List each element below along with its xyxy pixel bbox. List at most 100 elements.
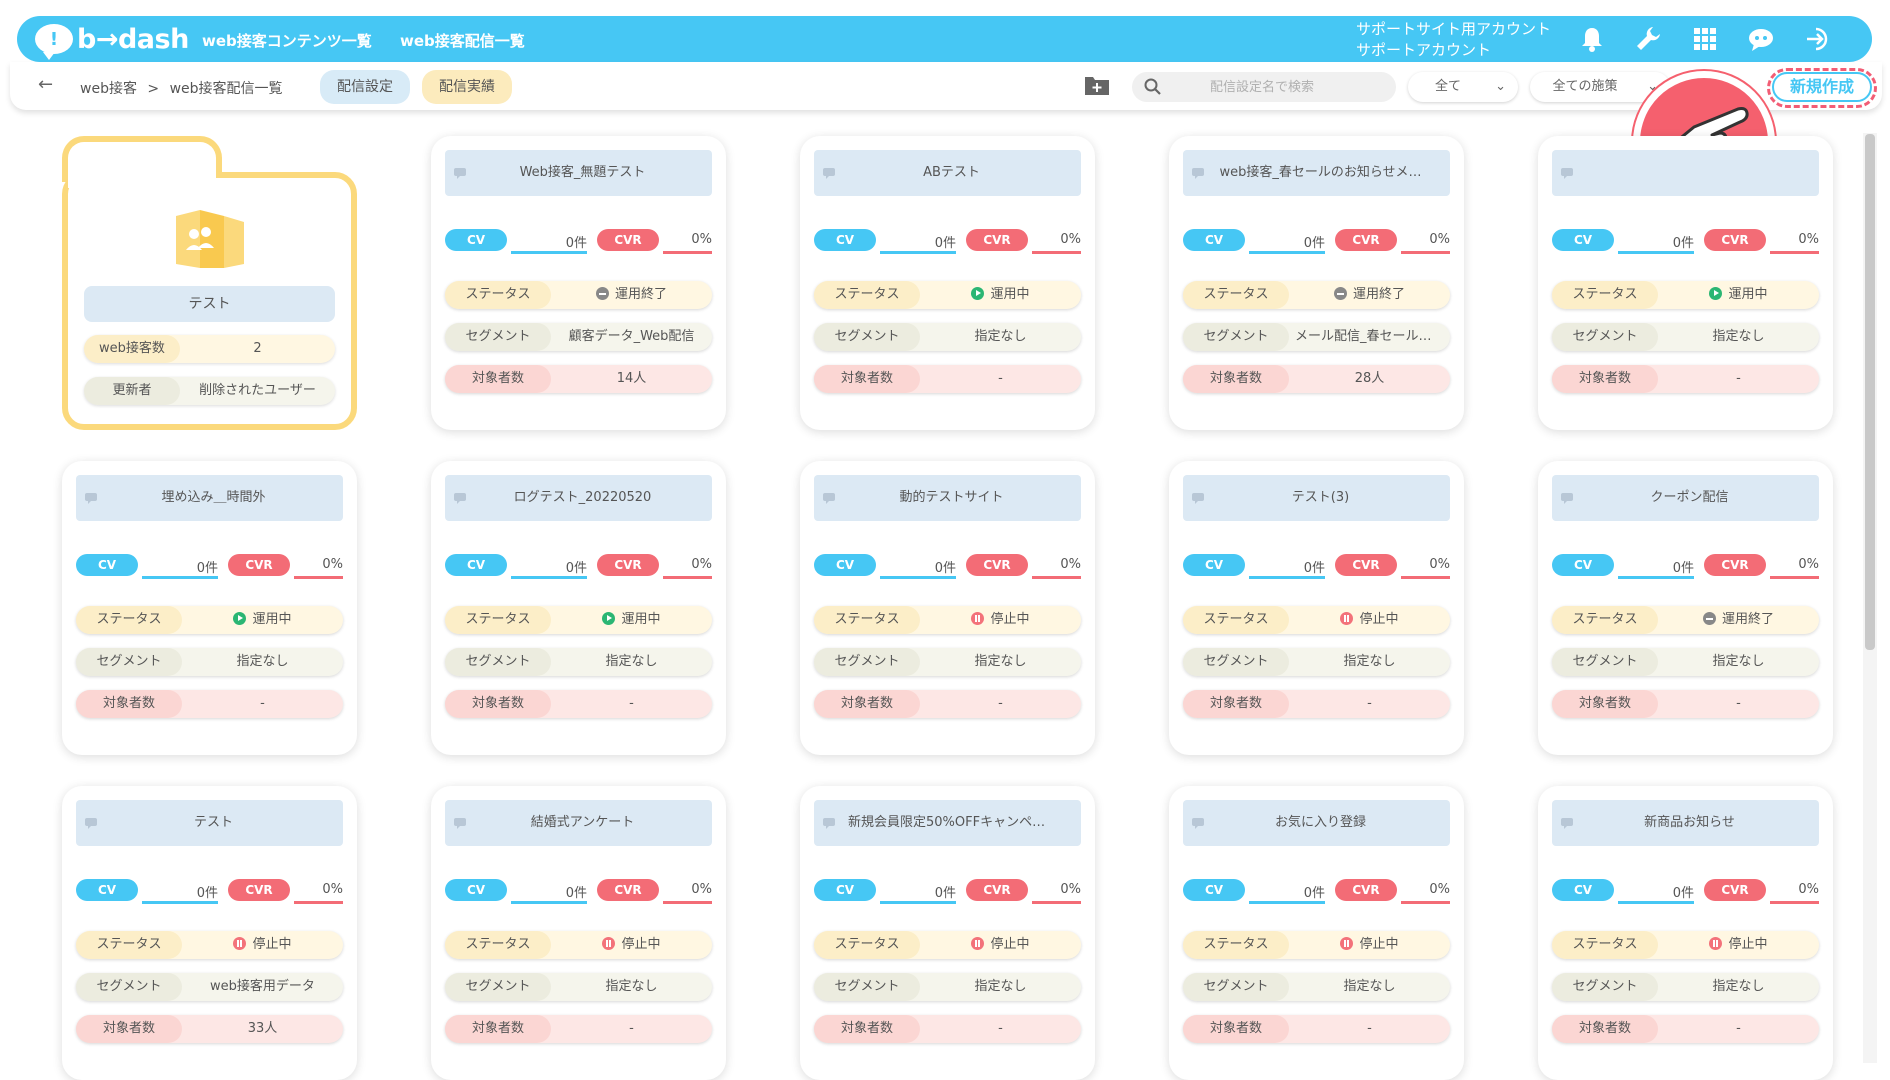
delivery-card[interactable]: 新商品お知らせ CV 0件 CVR 0% ステータス 停止中 セグメント 指定なし 対象者数 - (1538, 786, 1833, 1080)
search-icon (1144, 78, 1161, 95)
status-filter-select[interactable]: 全て ⌄ (1408, 72, 1518, 102)
delivery-card[interactable]: 結婚式アンケート CV 0件 CVR 0% ステータス 停止中 セグメント 指定なし 対象者数 - (431, 786, 726, 1080)
grid-icon[interactable] (1690, 24, 1720, 54)
segment-row: セグメント 指定なし (445, 973, 712, 1001)
nav-link-delivery[interactable]: web接客配信一覧 (400, 30, 525, 51)
cv-badge: CV (814, 229, 876, 251)
card-title[interactable]: お気に入り登録 (1183, 800, 1450, 846)
status-value: 停止中 (1289, 931, 1450, 959)
target-row: 対象者数 33人 (76, 1015, 343, 1043)
delivery-card[interactable]: web接客_春セールのお知らせメ… CV 0件 CVR 0% ステータス 運用終了 セグメント… (1169, 136, 1464, 430)
status-label: ステータス (1552, 931, 1658, 959)
cvr-value: 0% (294, 882, 343, 904)
segment-value: メール配信_春セールの… (1295, 329, 1445, 344)
card-title[interactable]: ABテスト (814, 150, 1081, 196)
metric-row: CV 0件 CVR 0% (1552, 229, 1819, 254)
segment-label: セグメント (814, 323, 920, 351)
card-title[interactable]: クーポン配信 (1552, 475, 1819, 521)
segment-value: 指定なし (974, 329, 1027, 344)
target-row: 対象者数 - (445, 690, 712, 718)
card-title[interactable]: テスト (76, 800, 343, 846)
cv-badge: CV (1183, 554, 1245, 576)
card-title[interactable]: Web接客_無題テスト (445, 150, 712, 196)
target-row: 対象者数 - (814, 1015, 1081, 1043)
folder-card[interactable]: テスト web接客数 2 更新者 削除されたユーザー (62, 136, 357, 430)
wrench-icon[interactable] (1633, 24, 1663, 54)
delivery-card[interactable]: ABテスト CV 0件 CVR 0% ステータス 運用中 セグメント 指定なし 対象者数 - (800, 136, 1095, 430)
delivery-card[interactable]: テスト(3) CV 0件 CVR 0% ステータス 停止中 セグメント 指定なし 対象者数 - (1169, 461, 1464, 755)
segment-label: セグメント (1552, 323, 1658, 351)
status-label: ステータス (1552, 281, 1658, 309)
bell-icon[interactable] (1577, 24, 1607, 54)
target-row: 対象者数 14人 (445, 365, 712, 393)
add-folder-icon[interactable] (1084, 74, 1110, 96)
search-input[interactable] (1132, 72, 1396, 102)
status-text: 運用中 (621, 612, 661, 627)
account-info[interactable]: サポートサイト用アカウント サポートアカウント (1356, 19, 1551, 61)
status-value: 運用終了 (551, 281, 712, 309)
cvr-value: 0% (1032, 557, 1081, 579)
segment-label: セグメント (76, 648, 182, 676)
create-new-button[interactable]: 新規作成 (1772, 72, 1872, 102)
delivery-card[interactable]: Web接客_無題テスト CV 0件 CVR 0% ステータス 運用終了 セグメント 顧客データ_… (431, 136, 726, 430)
delivery-card[interactable]: 動的テストサイト CV 0件 CVR 0% ステータス 停止中 セグメント 指定なし 対象者数 - (800, 461, 1095, 755)
cv-badge: CV (445, 879, 507, 901)
card-title[interactable]: 結婚式アンケート (445, 800, 712, 846)
segment-label: セグメント (1552, 973, 1658, 1001)
card-title[interactable] (1552, 150, 1819, 196)
cv-value: 0件 (511, 557, 587, 579)
card-title[interactable]: 新商品お知らせ (1552, 800, 1819, 846)
metric-row: CV 0件 CVR 0% (1183, 879, 1450, 904)
card-title[interactable]: 動的テストサイト (814, 475, 1081, 521)
delivery-card[interactable]: CV 0件 CVR 0% ステータス 運用中 セグメント 指定なし 対象者数 - (1538, 136, 1833, 430)
tab-delivery-results[interactable]: 配信実績 (422, 70, 512, 104)
tab-delivery-settings[interactable]: 配信設定 (320, 70, 410, 104)
scrollbar-thumb[interactable] (1865, 134, 1875, 650)
speech-bubble-icon (1192, 818, 1204, 829)
target-value: - (998, 1021, 1003, 1036)
card-title[interactable]: テスト(3) (1183, 475, 1450, 521)
status-row: ステータス 停止中 (76, 931, 343, 959)
card-title[interactable]: 埋め込み＿時間外 (76, 475, 343, 521)
cv-value: 0件 (880, 557, 956, 579)
delivery-card[interactable]: 新規会員限定50%OFFキャンペーン CV 0件 CVR 0% ステータス 停止中 セグメント… (800, 786, 1095, 1080)
status-label: ステータス (445, 931, 551, 959)
delivery-card[interactable]: 埋め込み＿時間外 CV 0件 CVR 0% ステータス 運用中 セグメント 指定なし 対象者数 - (62, 461, 357, 755)
segment-label: セグメント (445, 973, 551, 1001)
breadcrumb-item-web-service[interactable]: web接客 (80, 81, 137, 97)
logout-icon[interactable] (1804, 24, 1834, 54)
chat-support-icon[interactable] (1746, 24, 1776, 54)
status-stopped-icon (233, 937, 247, 950)
card-title[interactable]: web接客_春セールのお知らせメ… (1183, 150, 1450, 196)
card-title[interactable]: ログテスト_20220520 (445, 475, 712, 521)
status-row: ステータス 運用中 (445, 606, 712, 634)
status-stopped-icon (971, 937, 985, 950)
back-arrow-icon[interactable]: ← (38, 74, 53, 95)
status-row: ステータス 運用終了 (445, 281, 712, 309)
status-label: ステータス (445, 281, 551, 309)
metric-row: CV 0件 CVR 0% (76, 879, 343, 904)
target-label: 対象者数 (1552, 365, 1658, 393)
segment-value: 顧客データ_Web配信 (568, 329, 695, 344)
delivery-card[interactable]: ログテスト_20220520 CV 0件 CVR 0% ステータス 運用中 セグメント 指定なし… (431, 461, 726, 755)
target-row: 対象者数 - (1552, 1015, 1819, 1043)
speech-bubble-icon (823, 818, 835, 829)
card-title[interactable]: 新規会員限定50%OFFキャンペーン (814, 800, 1081, 846)
metric-row: CV 0件 CVR 0% (76, 554, 343, 579)
segment-row: セグメント 指定なし (814, 323, 1081, 351)
cv-badge: CV (76, 554, 138, 576)
delivery-card[interactable]: お気に入り登録 CV 0件 CVR 0% ステータス 停止中 セグメント 指定なし 対象者数 - (1169, 786, 1464, 1080)
segment-row: セグメント 指定なし (1552, 973, 1819, 1001)
segment-value: 指定なし (974, 979, 1027, 994)
bdash-logo[interactable]: ! b→dash (35, 22, 189, 60)
status-label: ステータス (76, 931, 182, 959)
metric-row: CV 0件 CVR 0% (445, 229, 712, 254)
nav-link-contents[interactable]: web接客コンテンツ一覧 (202, 30, 372, 51)
cvr-value: 0% (663, 232, 712, 254)
target-label: 対象者数 (445, 365, 551, 393)
sub-toolbar: ← web接客 > web接客配信一覧 配信設定 配信実績 全て ⌄ 全ての施策… (10, 62, 1882, 110)
delivery-card[interactable]: クーポン配信 CV 0件 CVR 0% ステータス 運用終了 セグメント 指定なし 対象者数 - (1538, 461, 1833, 755)
status-row: ステータス 運用中 (76, 606, 343, 634)
delivery-card[interactable]: テスト CV 0件 CVR 0% ステータス 停止中 セグメント web接客用データ 対象者数 33… (62, 786, 357, 1080)
status-row: ステータス 停止中 (1552, 931, 1819, 959)
